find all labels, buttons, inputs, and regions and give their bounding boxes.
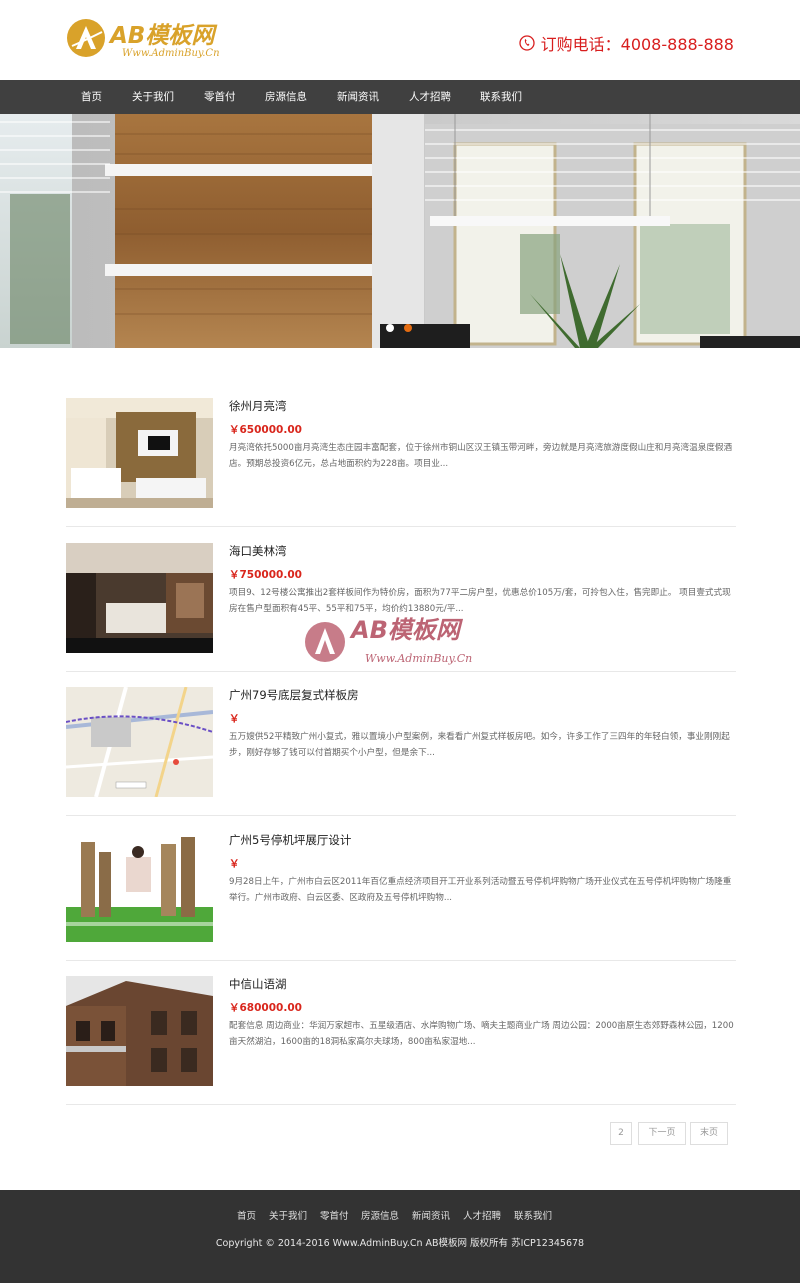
listing-item[interactable]: 广州79号底层复式样板房 ￥ 五万嫂供52平精致广州小复式，雅以置境小户型案例，… <box>66 687 736 832</box>
listing-item[interactable]: 徐州月亮湾 ￥650000.00 月亮湾依托5000亩月亮湾生态庄园丰富配套，位… <box>66 398 736 543</box>
listing-description: 五万嫂供52平精致广州小复式，雅以置境小户型案例，来看看广州复式样板房吧。如今，… <box>229 732 730 758</box>
interior-photo <box>66 543 213 653</box>
footer-link-home[interactable]: 首页 <box>237 1208 256 1222</box>
listing-description: 项目9、12号楼公寓推出2套样板间作为特价房，面积为77平二房户型，优惠总价10… <box>229 588 731 614</box>
interior-photo <box>66 398 213 508</box>
site-header: AB模板网 Www.AdminBuy.Cn 订购电话：4008-888-888 <box>0 0 800 80</box>
listing-item[interactable]: 广州5号停机坪展厅设计 ￥ 9月28日上午，广州市白云区2011年百亿重点经济项… <box>66 832 736 977</box>
listing-thumbnail[interactable] <box>66 832 213 942</box>
banner-image <box>0 114 800 348</box>
listing-title[interactable]: 徐州月亮湾 <box>229 398 287 414</box>
copyright-text: Copyright © 2014-2016 Www.AdminBuy.Cn AB… <box>215 1238 585 1249</box>
footer-link-listings[interactable]: 房源信息 <box>361 1208 399 1222</box>
building-photo <box>66 976 213 1086</box>
listing-title[interactable]: 中信山语湖 <box>229 976 287 992</box>
listing-title[interactable]: 广州5号停机坪展厅设计 <box>229 832 351 848</box>
listing-title[interactable]: 广州79号底层复式样板房 <box>229 687 359 703</box>
phone-icon <box>518 35 535 51</box>
divider <box>66 1104 736 1105</box>
banner-dot-1[interactable] <box>386 324 394 332</box>
pager-next-button[interactable]: 下一页 <box>638 1122 686 1145</box>
logo-text: AB模板网 <box>110 23 215 49</box>
footer-link-about[interactable]: 关于我们 <box>269 1208 307 1222</box>
logo-icon <box>67 19 105 57</box>
divider <box>66 815 736 816</box>
listing-price: ￥750000.00 <box>229 569 302 581</box>
listing-price: ￥ <box>229 713 240 725</box>
divider <box>66 960 736 961</box>
listing-item[interactable]: 海口美林湾 ￥750000.00 项目9、12号楼公寓推出2套样板间作为特价房，… <box>66 543 736 688</box>
main-nav: 首页 关于我们 零首付 房源信息 新闻资讯 人才招聘 联系我们 <box>0 80 800 114</box>
model-photo <box>66 832 213 942</box>
listing-thumbnail[interactable] <box>66 543 213 653</box>
order-phone: 订购电话：4008-888-888 <box>518 31 734 55</box>
nav-item-contact[interactable]: 联系我们 <box>480 80 522 114</box>
map-image <box>66 687 213 797</box>
phone-text: 订购电话：4008-888-888 <box>540 35 734 54</box>
nav-item-home[interactable]: 首页 <box>81 80 102 114</box>
listing-price: ￥650000.00 <box>229 424 302 436</box>
nav-item-zero-down[interactable]: 零首付 <box>204 80 236 114</box>
logo-subtitle: Www.AdminBuy.Cn <box>122 48 220 59</box>
footer-link-zero-down[interactable]: 零首付 <box>320 1208 349 1222</box>
hero-banner[interactable] <box>0 114 800 348</box>
listing-price: ￥680000.00 <box>229 1002 302 1014</box>
listing-thumbnail[interactable] <box>66 687 213 797</box>
listing-description: 9月28日上午，广州市白云区2011年百亿重点经济项目开工开业系列活动暨五号停机… <box>229 877 732 903</box>
listing-thumbnail[interactable] <box>66 398 213 508</box>
listing-item[interactable]: 中信山语湖 ￥680000.00 配套信息 周边商业：华润万家超市、五星级酒店、… <box>66 976 736 1121</box>
nav-item-listings[interactable]: 房源信息 <box>265 80 307 114</box>
divider <box>66 526 736 527</box>
pager-current-page[interactable]: 2 <box>610 1122 632 1145</box>
listing-thumbnail[interactable] <box>66 976 213 1086</box>
listing-description: 配套信息 周边商业：华润万家超市、五星级酒店、水岸购物广场、嘀夫主题商业广场 周… <box>229 1021 734 1047</box>
footer-link-news[interactable]: 新闻资讯 <box>412 1208 450 1222</box>
nav-item-news[interactable]: 新闻资讯 <box>337 80 379 114</box>
listing-price: ￥ <box>229 858 240 870</box>
divider <box>66 671 736 672</box>
footer-link-jobs[interactable]: 人才招聘 <box>463 1208 501 1222</box>
footer-link-contact[interactable]: 联系我们 <box>514 1208 552 1222</box>
pager-last-button[interactable]: 末页 <box>690 1122 728 1145</box>
nav-item-jobs[interactable]: 人才招聘 <box>409 80 451 114</box>
nav-item-about[interactable]: 关于我们 <box>132 80 174 114</box>
listing-title[interactable]: 海口美林湾 <box>229 543 287 559</box>
listing-description: 月亮湾依托5000亩月亮湾生态庄园丰富配套，位于徐州市铜山区汉王镇玉带河畔，旁边… <box>229 443 733 469</box>
banner-dot-2-active[interactable] <box>404 324 412 332</box>
site-logo[interactable]: AB模板网 Www.AdminBuy.Cn <box>66 14 246 64</box>
